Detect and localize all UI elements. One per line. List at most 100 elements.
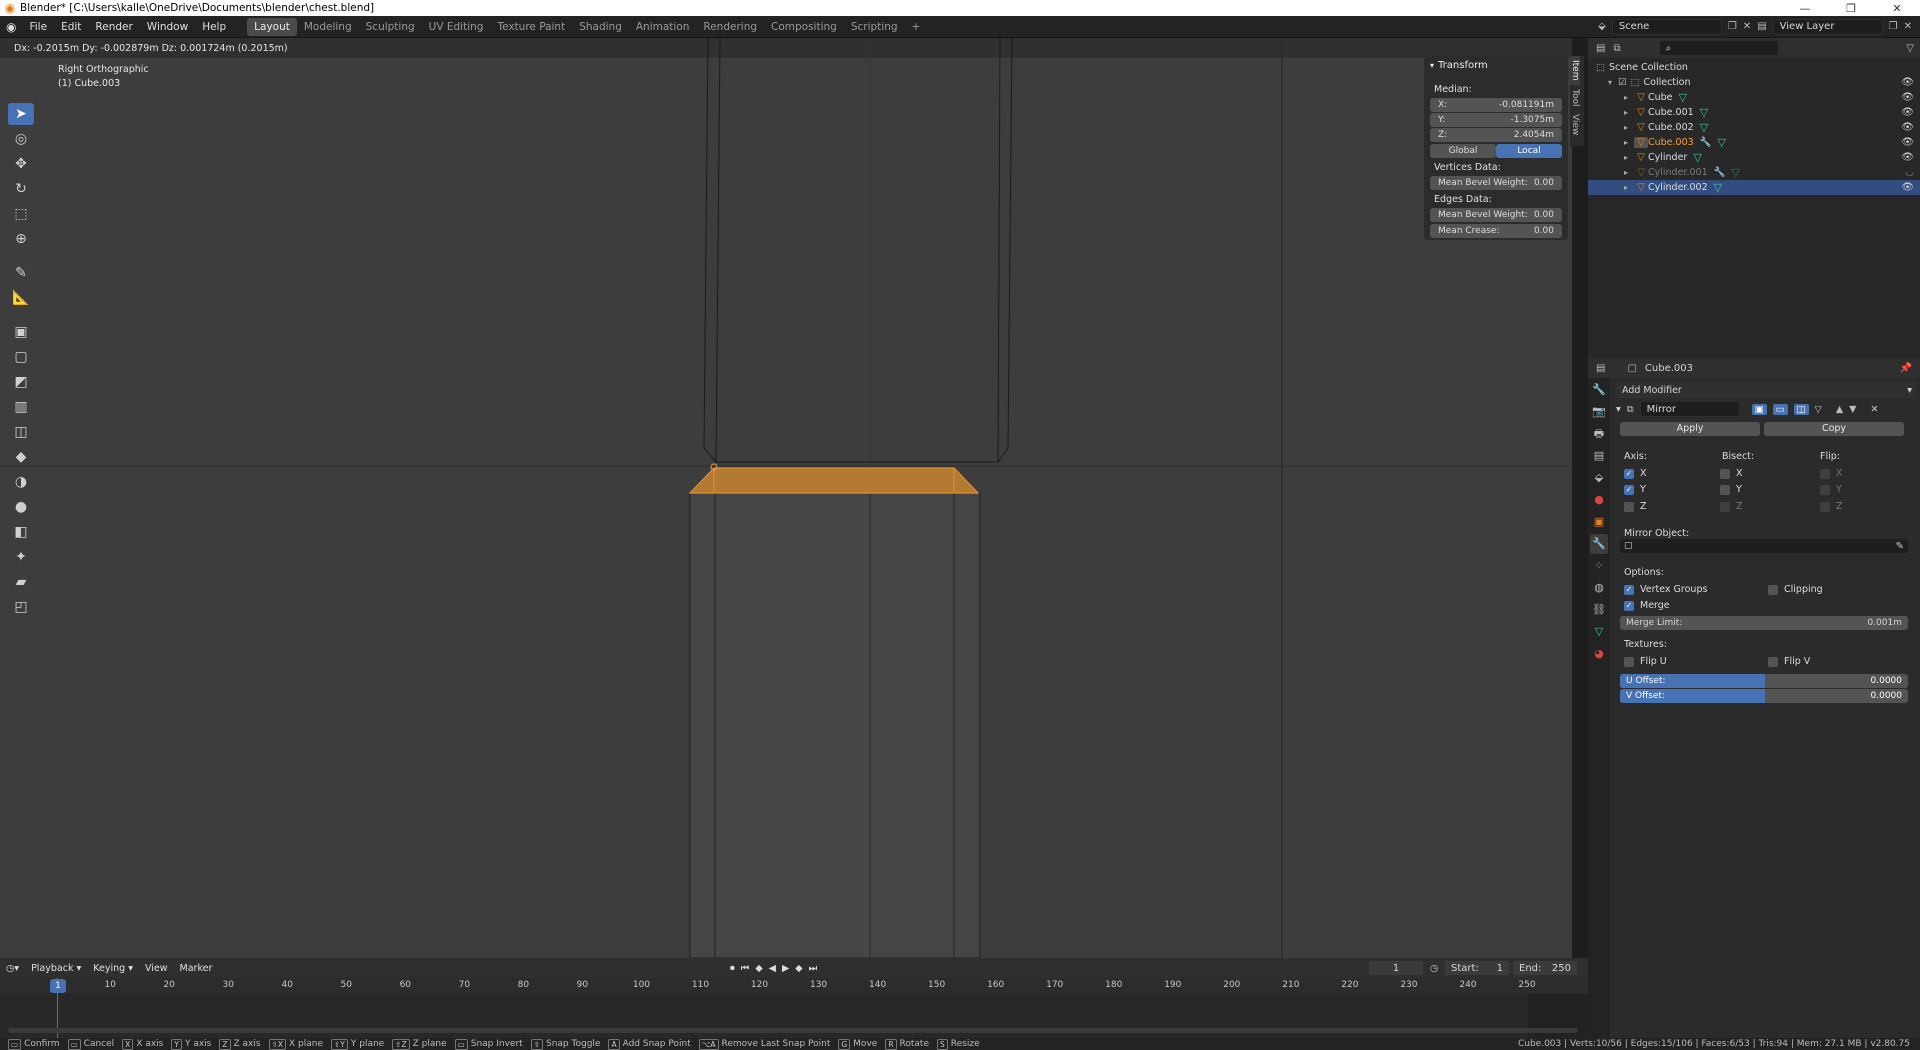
flip-v-checkbox[interactable]: Flip V <box>1768 656 1810 667</box>
outliner-search-input[interactable]: ⌕ <box>1658 40 1779 56</box>
outliner-item-cube[interactable]: ▸ ▽ Cube ▽ 👁 <box>1588 90 1920 105</box>
particles-tab-icon[interactable]: ⁘ <box>1590 556 1608 576</box>
object-tab-icon[interactable]: ▣ <box>1590 512 1608 532</box>
flip-z-checkbox[interactable]: Z <box>1820 501 1843 512</box>
knife-tool-icon[interactable]: ◫ <box>8 421 34 443</box>
record-icon[interactable]: ⏺ <box>730 963 735 974</box>
eye-icon[interactable]: 👁 <box>1901 182 1914 193</box>
local-toggle[interactable]: Local <box>1496 144 1562 158</box>
playhead-frame-label[interactable]: 1 <box>50 979 66 993</box>
scene-tab-icon[interactable]: ⬙ <box>1590 468 1608 488</box>
bisect-x-checkbox[interactable]: X <box>1720 468 1743 479</box>
global-toggle[interactable]: Global <box>1430 144 1496 158</box>
tab-compositing[interactable]: Compositing <box>764 18 844 36</box>
tab-texture-paint[interactable]: Texture Paint <box>490 18 572 36</box>
median-z-field[interactable]: Z: 2.4054m <box>1430 128 1562 142</box>
outliner-item-cylinder-001[interactable]: ▸ ▽ Cylinder.001 🔧 ▽ ◡ <box>1588 165 1920 180</box>
bisect-y-checkbox[interactable]: Y <box>1720 484 1742 495</box>
restore-icon[interactable]: ❐ <box>1828 2 1874 15</box>
eye-icon[interactable]: 👁 <box>1901 92 1914 103</box>
cage-toggle-icon[interactable]: ▽ <box>1815 404 1822 415</box>
bevel-tool-icon[interactable]: ◩ <box>8 371 34 393</box>
play-reverse-icon[interactable]: ◀ <box>769 963 776 974</box>
next-keyframe-icon[interactable]: ◆ <box>795 963 802 974</box>
physics-tab-icon[interactable]: ◍ <box>1590 578 1608 598</box>
mean-crease-field[interactable]: Mean Crease: 0.00 <box>1430 224 1562 238</box>
tab-rendering[interactable]: Rendering <box>696 18 764 36</box>
tab-modeling[interactable]: Modeling <box>297 18 359 36</box>
flip-u-checkbox[interactable]: Flip U <box>1624 656 1667 667</box>
render-tab-icon[interactable]: 📷 <box>1590 402 1608 422</box>
minimize-icon[interactable]: — <box>1782 2 1828 15</box>
shrink-fatten-tool-icon[interactable]: ✦ <box>8 546 34 568</box>
menu-render[interactable]: Render <box>88 21 139 33</box>
shear-tool-icon[interactable]: ▰ <box>8 571 34 593</box>
collection-row[interactable]: ▾ ☑ ⬚ Collection 👁 <box>1588 75 1920 90</box>
jump-start-icon[interactable]: ⏮ <box>741 963 750 974</box>
keying-menu[interactable]: Keying ▾ <box>87 963 139 974</box>
median-y-field[interactable]: Y: -1.3075m <box>1430 113 1562 127</box>
eyedropper-icon[interactable]: ✎ <box>1896 541 1904 552</box>
outliner-item-cube-003[interactable]: ▸ ▽ Cube.003 🔧 ▽ 👁 <box>1588 135 1920 150</box>
merge-checkbox[interactable]: ✓ Merge <box>1624 600 1670 611</box>
tab-sculpting[interactable]: Sculpting <box>359 18 422 36</box>
scale-tool-icon[interactable]: ⬚ <box>8 203 34 225</box>
outliner-item-cylinder-002[interactable]: ▸ ▽ Cylinder.002 ▽ 👁 <box>1588 180 1920 195</box>
rip-region-tool-icon[interactable]: ◰ <box>8 596 34 618</box>
add-modifier-dropdown[interactable]: Add Modifier ▾ <box>1616 382 1916 398</box>
eye-icon[interactable]: 👁 <box>1901 137 1914 148</box>
constraints-tab-icon[interactable]: ⛓ <box>1590 600 1608 620</box>
render-toggle-icon[interactable]: ◫ <box>1793 403 1809 415</box>
delete-view-layer-icon[interactable]: ✕ <box>1904 21 1912 32</box>
scene-collection-row[interactable]: ⬚ Scene Collection <box>1588 60 1920 75</box>
3d-viewport[interactable]: Dx: -0.2015m Dy: -0.002879m Dz: 0.001724… <box>0 38 1572 958</box>
scene-selector[interactable]: Scene <box>1611 18 1722 35</box>
edge-mean-bevel-field[interactable]: Mean Bevel Weight: 0.00 <box>1430 208 1562 222</box>
blender-menu-icon[interactable]: ◉ <box>0 20 22 34</box>
pin-icon[interactable]: 📌 <box>1900 363 1920 374</box>
view-layer-tab-icon[interactable]: ▤ <box>1590 446 1608 466</box>
eye-icon[interactable]: 👁 <box>1901 122 1914 133</box>
loop-cut-tool-icon[interactable]: ▥ <box>8 396 34 418</box>
tab-uv-editing[interactable]: UV Editing <box>422 18 491 36</box>
eye-icon[interactable]: 👁 <box>1901 107 1914 118</box>
realtime-toggle-icon[interactable]: ▭ <box>1772 403 1788 415</box>
clipping-checkbox[interactable]: Clipping <box>1768 584 1823 595</box>
move-down-icon[interactable]: ▼ <box>1849 404 1856 415</box>
axis-z-checkbox[interactable]: Z <box>1624 501 1647 512</box>
median-x-field[interactable]: X: -0.081191m <box>1430 98 1562 112</box>
jump-end-icon[interactable]: ⏭ <box>809 963 818 974</box>
tab-layout[interactable]: Layout <box>247 17 297 36</box>
new-scene-icon[interactable]: ❐ <box>1728 21 1737 32</box>
cursor-tool-icon[interactable]: ◎ <box>8 128 34 150</box>
mirror-object-field[interactable]: ▢ ✎ <box>1620 539 1908 553</box>
display-mode-icon[interactable]: ⧉ <box>1613 43 1620 54</box>
menu-window[interactable]: Window <box>140 21 195 33</box>
modifier-tab-icon[interactable]: 🔧 <box>1590 534 1608 554</box>
inset-tool-icon[interactable]: ▢ <box>8 346 34 368</box>
move-tool-icon[interactable]: ✥ <box>8 153 34 175</box>
delete-scene-icon[interactable]: ✕ <box>1743 21 1751 32</box>
spin-tool-icon[interactable]: ◑ <box>8 471 34 493</box>
current-frame-field[interactable]: 1 <box>1368 960 1424 976</box>
tab-item[interactable]: Item <box>1570 56 1580 85</box>
measure-tool-icon[interactable]: 📐 <box>8 287 34 309</box>
select-box-tool-icon[interactable]: ➤ <box>8 103 34 125</box>
play-icon[interactable]: ▶ <box>782 963 789 974</box>
editor-type-icon[interactable]: ◷▾ <box>0 963 25 974</box>
outliner-item-cylinder[interactable]: ▸ ▽ Cylinder ▽ 👁 <box>1588 150 1920 165</box>
menu-file[interactable]: File <box>22 21 54 33</box>
vertex-groups-checkbox[interactable]: ✓ Vertex Groups <box>1624 584 1707 595</box>
playback-menu[interactable]: Playback ▾ <box>25 963 87 974</box>
eye-icon[interactable]: 👁 <box>1901 152 1914 163</box>
outliner-item-cube-002[interactable]: ▸ ▽ Cube.002 ▽ 👁 <box>1588 120 1920 135</box>
transform-tool-icon[interactable]: ⊕ <box>8 228 34 250</box>
output-tab-icon[interactable]: 🖶 <box>1590 424 1608 444</box>
annotate-tool-icon[interactable]: ✎ <box>8 262 34 284</box>
bisect-z-checkbox[interactable]: Z <box>1720 501 1743 512</box>
edit-mode-toggle-icon[interactable]: ▣ <box>1751 403 1767 415</box>
marker-menu[interactable]: Marker <box>174 963 219 974</box>
axis-x-checkbox[interactable]: ✓ X <box>1624 468 1647 479</box>
poly-build-tool-icon[interactable]: ◆ <box>8 446 34 468</box>
preview-range-icon[interactable]: ◷ <box>1430 963 1438 974</box>
